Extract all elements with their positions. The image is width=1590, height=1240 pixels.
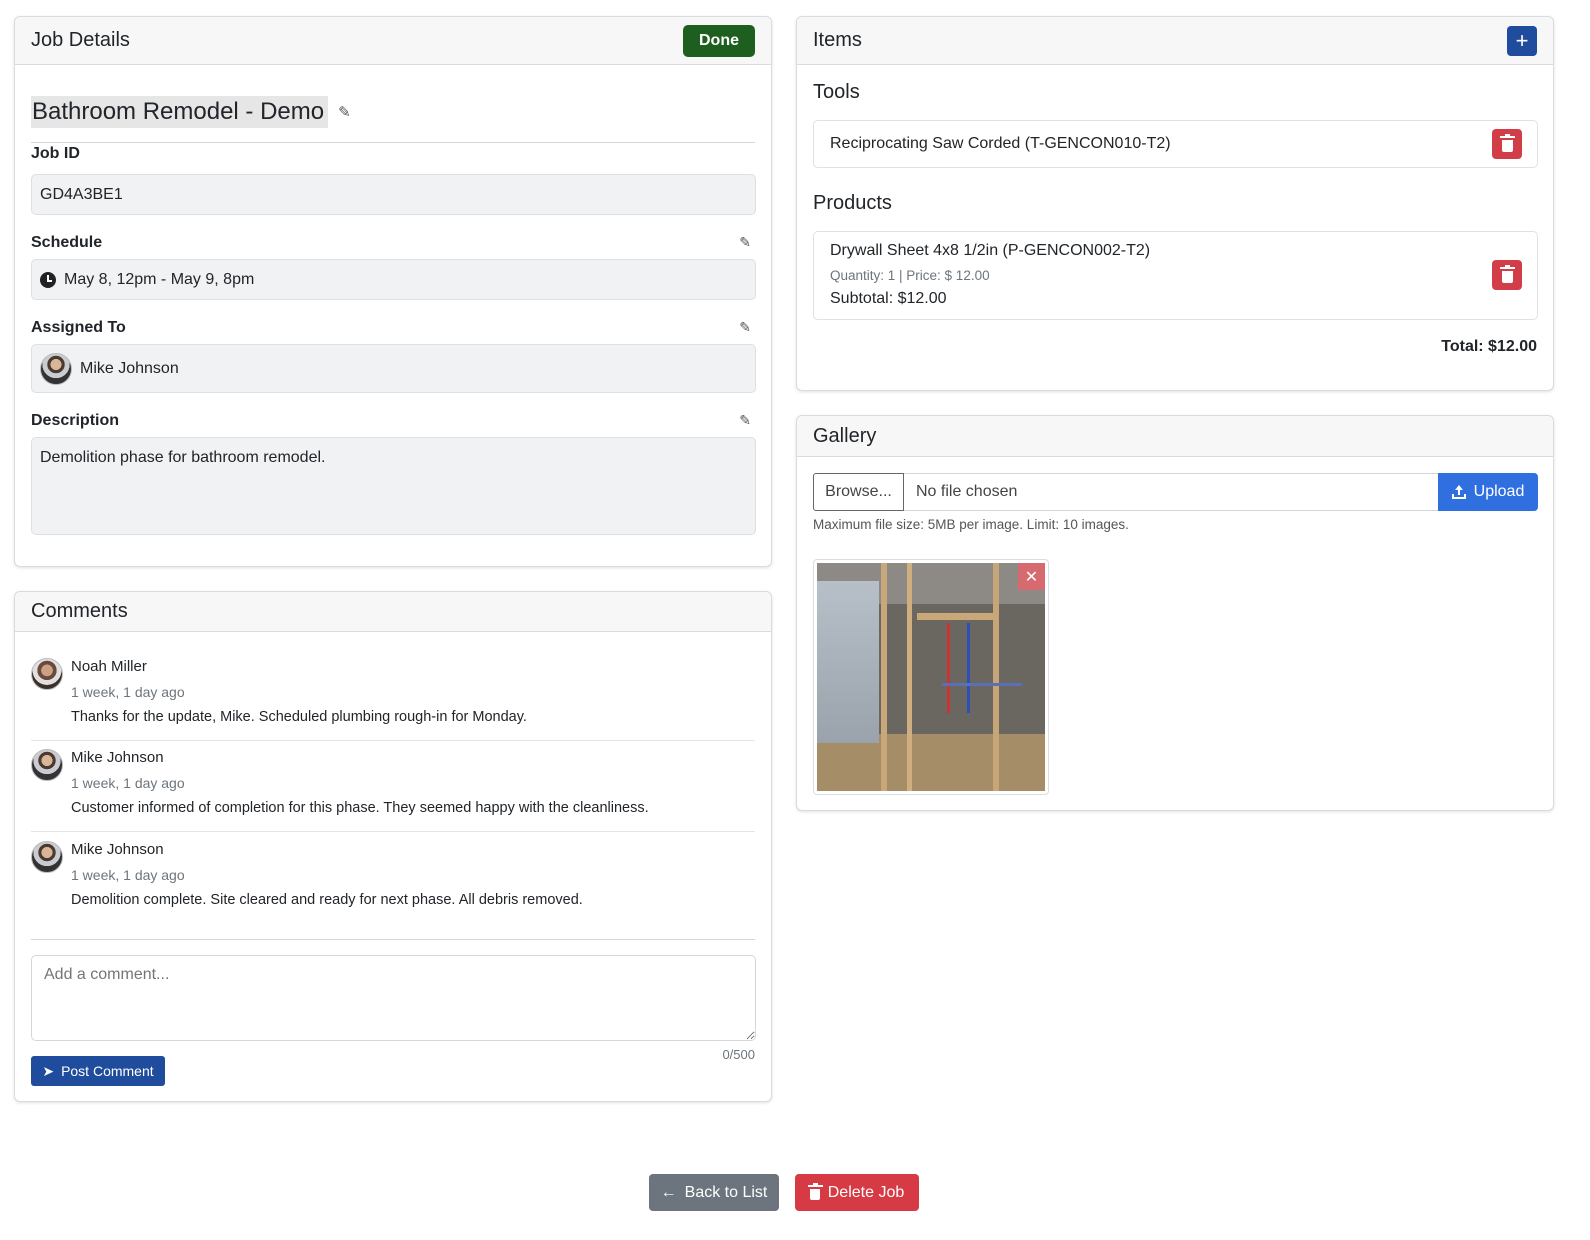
job-id-label: Job ID [31,145,80,162]
clock-icon [40,271,56,288]
gallery-thumbnail[interactable]: ✕ [813,559,1049,795]
arrow-left-icon: ← [660,1183,677,1201]
comment-author: Noah Miller [71,658,147,675]
trash-icon [807,1182,823,1200]
comment-divider [31,831,755,832]
items-card: Items + Tools Reciprocating Saw Corded (… [796,16,1554,391]
product-meta: Quantity: 1 | Price: $ 12.00 [830,268,990,283]
paper-plane-icon: ➤ [42,1062,55,1079]
schedule-value: May 8, 12pm - May 9, 8pm [64,270,255,288]
description-value: Demolition phase for bathroom remodel. [40,449,326,466]
edit-assigned-pencil-icon[interactable]: ✎ [739,319,751,336]
bathroom-demo-photo [817,563,1045,791]
edit-schedule-pencil-icon[interactable]: ✎ [739,234,751,251]
edit-title-pencil-icon[interactable]: ✎ [338,103,351,121]
comment-input[interactable] [31,955,756,1041]
job-title[interactable]: Bathroom Remodel - Demo [31,95,329,128]
file-size-hint: Maximum file size: 5MB per image. Limit:… [813,517,1129,532]
job-id-value: GD4A3BE1 [40,185,123,203]
gallery-header: Gallery [797,416,1553,457]
tool-name: Reciprocating Saw Corded (T-GENCON010-T2… [830,135,1171,152]
job-details-card: Job Details Done Bathroom Remodel - Demo… [14,16,772,567]
job-details-title: Job Details [31,29,130,51]
assigned-to-field: Mike Johnson [31,344,756,393]
edit-description-pencil-icon[interactable]: ✎ [739,412,751,429]
comment-text: Customer informed of completion for this… [71,800,649,816]
back-to-list-button[interactable]: ← Back to List [649,1174,779,1211]
schedule-field: May 8, 12pm - May 9, 8pm [31,259,756,300]
description-label: Description [31,412,120,429]
comment-form-divider [31,939,755,940]
comments-card: Comments Noah Miller 1 week, 1 day ago T… [14,591,772,1102]
comment-text: Demolition complete. Site cleared and re… [71,892,583,908]
comment-time: 1 week, 1 day ago [71,867,185,883]
comment-author: Mike Johnson [71,749,164,766]
delete-job-button[interactable]: Delete Job [795,1174,919,1211]
upload-label: Upload [1473,483,1525,500]
delete-tool-button[interactable] [1492,129,1522,159]
upload-icon [1451,485,1466,499]
comments-header: Comments [15,592,771,632]
tools-title: Tools [813,81,860,103]
comment-avatar [31,749,63,781]
gallery-card: Gallery Browse... No file chosen Upload … [796,415,1554,811]
schedule-label: Schedule [31,234,103,251]
comment-time: 1 week, 1 day ago [71,684,185,700]
products-title: Products [813,192,892,214]
comment-avatar [31,658,63,690]
gallery-title: Gallery [813,424,877,447]
delete-job-label: Delete Job [827,1183,905,1201]
comment-time: 1 week, 1 day ago [71,775,185,791]
add-item-button[interactable]: + [1507,25,1537,56]
product-subtotal: Subtotal: $12.00 [830,290,947,307]
job-id-field: GD4A3BE1 [31,174,756,215]
back-to-list-label: Back to List [684,1183,768,1201]
trash-icon [1499,133,1515,152]
file-input: Browse... No file chosen Upload [813,473,1538,511]
trash-icon [1499,264,1515,283]
remove-image-button[interactable]: ✕ [1018,563,1045,590]
no-file-label[interactable]: No file chosen [904,474,1438,510]
description-field: Demolition phase for bathroom remodel. [31,437,756,535]
post-comment-label: Post Comment [61,1063,154,1079]
product-item: Drywall Sheet 4x8 1/2in (P-GENCON002-T2)… [813,231,1538,320]
comment-avatar [31,841,63,873]
comments-title: Comments [31,600,128,622]
browse-button[interactable]: Browse... [813,473,904,511]
assignee-name: Mike Johnson [80,359,179,377]
assignee-avatar [40,352,72,385]
done-button[interactable]: Done [683,24,755,57]
items-title: Items [813,29,862,51]
job-details-header: Job Details Done [15,17,771,65]
job-title-row: Bathroom Remodel - Demo ✎ [31,81,755,143]
items-total: Total: $12.00 [1441,338,1537,355]
comment-text: Thanks for the update, Mike. Scheduled p… [71,709,527,725]
items-header: Items + [797,17,1553,65]
tool-item: Reciprocating Saw Corded (T-GENCON010-T2… [813,120,1538,168]
upload-button[interactable]: Upload [1438,473,1538,511]
comment-divider [31,740,755,741]
comment-author: Mike Johnson [71,841,164,858]
assigned-to-label: Assigned To [31,319,126,336]
comment-char-count: 0/500 [722,1047,755,1062]
delete-product-button[interactable] [1492,260,1522,290]
product-name: Drywall Sheet 4x8 1/2in (P-GENCON002-T2) [830,242,1151,259]
post-comment-button[interactable]: ➤ Post Comment [31,1056,165,1086]
